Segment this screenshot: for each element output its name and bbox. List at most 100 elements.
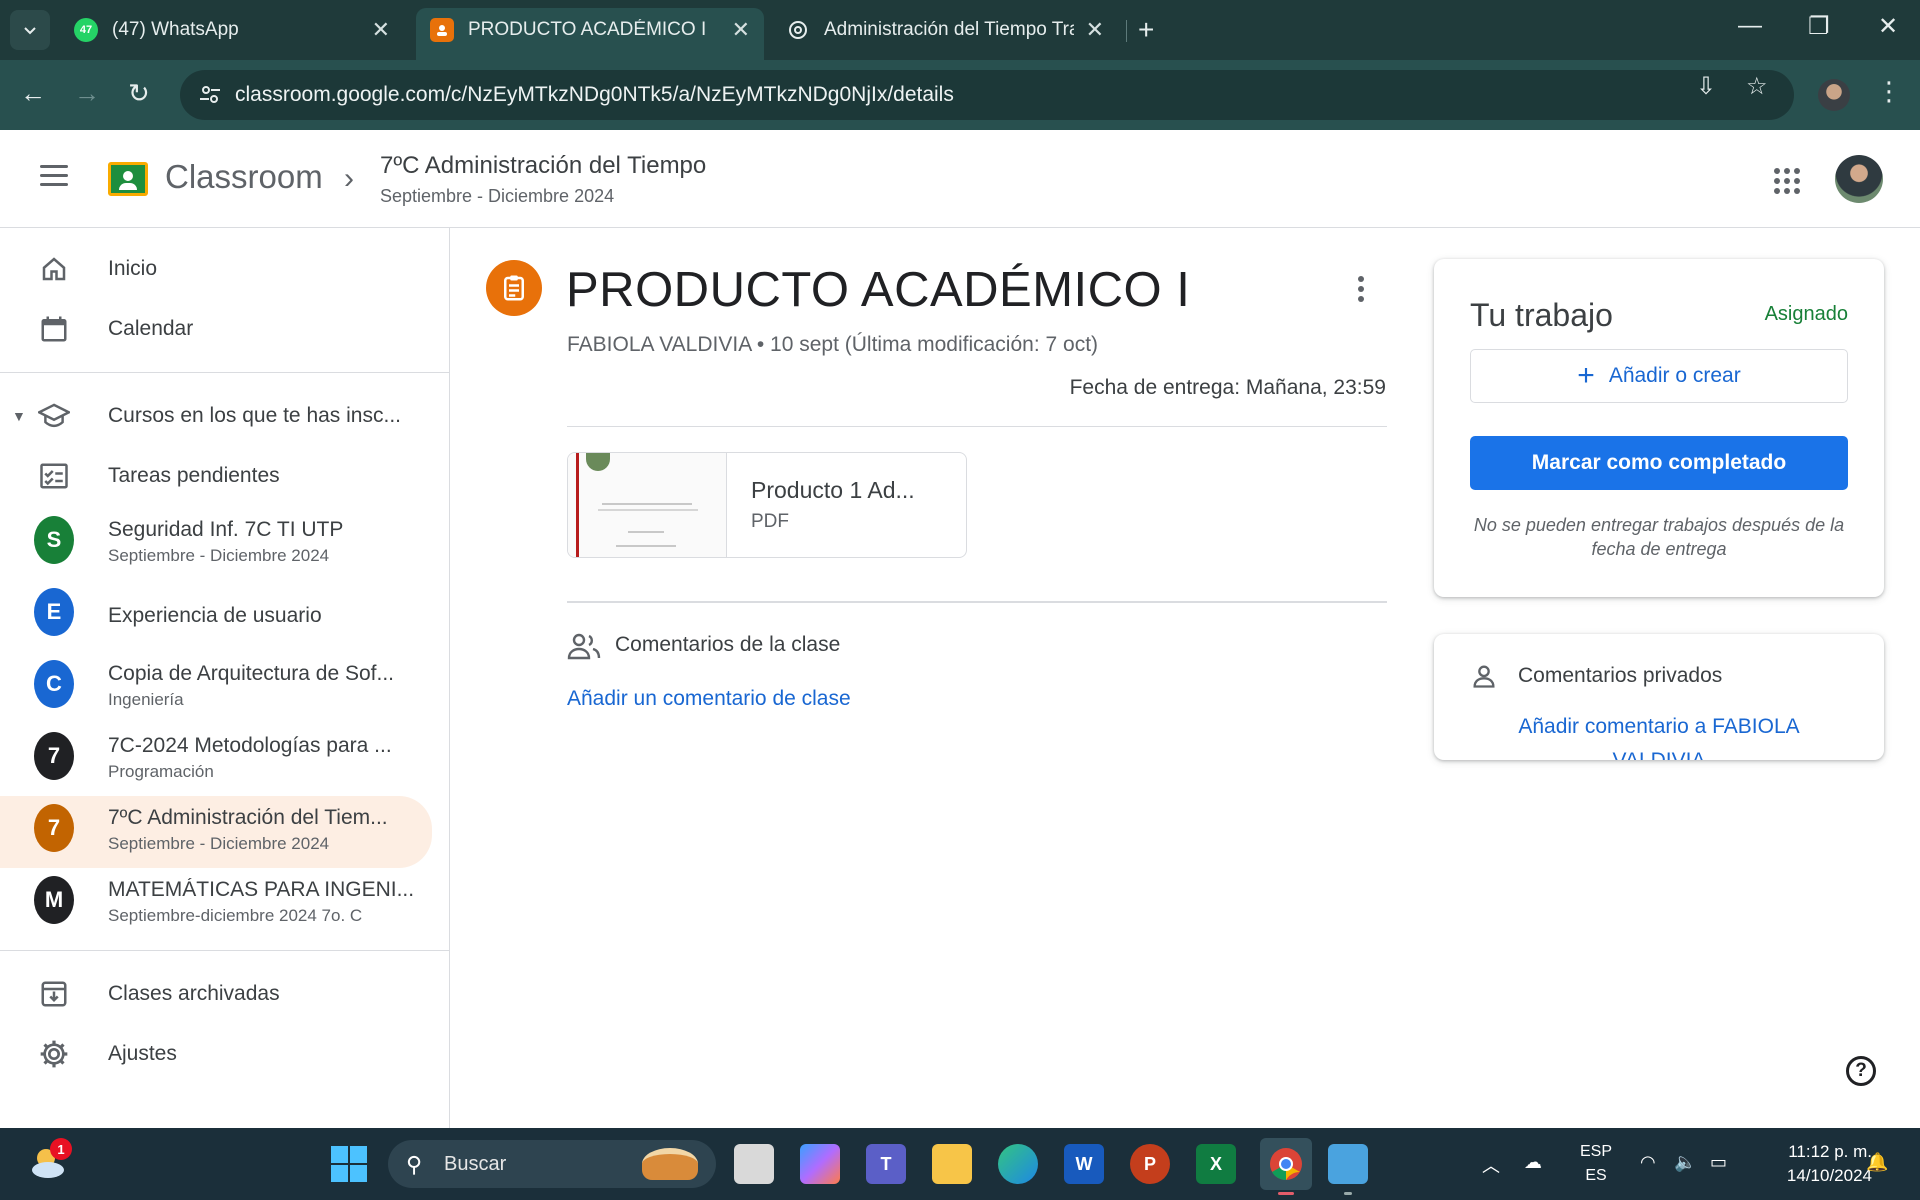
reload-icon[interactable]: ↻ bbox=[128, 78, 150, 109]
sidebar-item-archived[interactable]: Clases archivadas bbox=[0, 961, 432, 1027]
assignment-meta: FABIOLA VALDIVIA • 10 sept (Última modif… bbox=[567, 333, 1099, 356]
caret-down-icon[interactable]: ▼ bbox=[12, 408, 26, 424]
powerpoint-icon[interactable]: P bbox=[1130, 1144, 1170, 1184]
sidebar-item-todo[interactable]: Tareas pendientes bbox=[0, 443, 432, 509]
battery-icon[interactable]: ▭ bbox=[1710, 1152, 1727, 1173]
sidebar-divider bbox=[0, 950, 450, 951]
chevron-down-icon bbox=[24, 27, 36, 35]
wifi-icon[interactable]: ◠ bbox=[1640, 1152, 1656, 1173]
copilot-icon[interactable] bbox=[800, 1144, 840, 1184]
onedrive-icon[interactable]: ☁ bbox=[1524, 1152, 1542, 1173]
browser-menu-icon[interactable]: ⋮ bbox=[1876, 76, 1902, 107]
sidebar: Inicio Calendar ▼ Cursos en los que te h… bbox=[0, 228, 450, 1128]
restore-icon[interactable]: ❐ bbox=[1808, 12, 1830, 41]
forward-icon[interactable]: → bbox=[74, 78, 100, 109]
hamburger-menu-icon[interactable] bbox=[40, 165, 68, 192]
mark-as-done-button[interactable]: Marcar como completado bbox=[1470, 436, 1848, 490]
sidebar-item-label: Tareas pendientes bbox=[108, 464, 280, 487]
system-clock[interactable]: 11:12 p. m. 14/10/2024 bbox=[1762, 1140, 1872, 1188]
course-name: MATEMÁTICAS PARA INGENI... bbox=[108, 878, 415, 901]
back-icon[interactable]: ← bbox=[20, 78, 46, 109]
sidebar-item-label: Calendar bbox=[108, 317, 194, 340]
classroom-assignment-icon bbox=[430, 18, 454, 42]
divider bbox=[567, 601, 1387, 603]
bookmark-star-icon[interactable]: ☆ bbox=[1746, 72, 1768, 101]
your-work-card: Tu trabajo Asignado + Añadir o crear Mar… bbox=[1434, 259, 1884, 597]
sidebar-course-item-selected[interactable]: 7 7ºC Administración del Tiem... Septiem… bbox=[0, 796, 432, 868]
taskbar-search-placeholder: Buscar bbox=[444, 1153, 507, 1175]
volume-icon[interactable]: 🔈 bbox=[1674, 1152, 1696, 1173]
sidebar-course-item[interactable]: S Seguridad Inf. 7C TI UTP Septiembre - … bbox=[0, 508, 432, 580]
class-comments-label: Comentarios de la clase bbox=[615, 633, 841, 656]
add-or-create-button[interactable]: + Añadir o crear bbox=[1470, 349, 1848, 403]
browser-toolbar: ← → ↻ classroom.google.com/c/NzEyMTkzNDg… bbox=[0, 60, 1920, 130]
word-icon[interactable]: W bbox=[1064, 1144, 1104, 1184]
sidebar-item-calendar[interactable]: Calendar bbox=[0, 296, 432, 362]
sidebar-course-item[interactable]: E Experiencia de usuario bbox=[0, 580, 432, 652]
classroom-header: Classroom › 7ºC Administración del Tiemp… bbox=[0, 130, 1920, 228]
tab-administracion[interactable]: Administración del Tiempo Trab ✕ bbox=[772, 8, 1118, 52]
window-close-icon[interactable]: ✕ bbox=[1878, 12, 1898, 41]
add-or-create-label: Añadir o crear bbox=[1608, 364, 1741, 387]
windows-start-icon[interactable] bbox=[331, 1146, 367, 1182]
classroom-logo[interactable] bbox=[108, 162, 148, 196]
show-hidden-icons-icon[interactable]: ︿ bbox=[1482, 1152, 1500, 1178]
course-name: 7C-2024 Metodologías para ... bbox=[108, 734, 392, 757]
mark-as-done-label: Marcar como completado bbox=[1531, 451, 1787, 474]
breadcrumb-course-title[interactable]: 7ºC Administración del Tiempo bbox=[380, 152, 706, 180]
weather-widget-icon[interactable]: 1 bbox=[28, 1138, 72, 1182]
whatsapp-icon: 47 bbox=[74, 18, 98, 42]
task-view-icon[interactable] bbox=[734, 1144, 774, 1184]
close-icon[interactable]: ✕ bbox=[1086, 17, 1104, 43]
running-indicator bbox=[1344, 1192, 1352, 1195]
add-class-comment-link[interactable]: Añadir un comentario de clase bbox=[567, 687, 851, 711]
tab-search-button[interactable] bbox=[10, 10, 50, 50]
calendar-icon bbox=[34, 309, 74, 349]
tab-whatsapp[interactable]: 47 (47) WhatsApp ✕ bbox=[60, 8, 404, 52]
address-bar[interactable]: classroom.google.com/c/NzEyMTkzNDg0NTk5/… bbox=[180, 70, 1794, 120]
brand-name[interactable]: Classroom bbox=[165, 158, 323, 196]
sidebar-course-item[interactable]: 7 7C-2024 Metodologías para ... Programa… bbox=[0, 724, 432, 796]
attachment-card[interactable]: Producto 1 Ad... PDF bbox=[567, 452, 967, 558]
sidebar-course-item[interactable]: C Copia de Arquitectura de Sof... Ingeni… bbox=[0, 652, 432, 724]
teams-icon[interactable]: T bbox=[866, 1144, 906, 1184]
course-name: Copia de Arquitectura de Sof... bbox=[108, 662, 395, 685]
help-icon[interactable]: ? bbox=[1846, 1056, 1876, 1086]
file-explorer-icon[interactable] bbox=[932, 1144, 972, 1184]
close-icon[interactable]: ✕ bbox=[372, 17, 390, 43]
divider bbox=[567, 426, 1387, 427]
course-sub: Septiembre - Diciembre 2024 bbox=[108, 834, 330, 853]
sidebar-item-home[interactable]: Inicio bbox=[0, 236, 432, 302]
site-settings-icon[interactable] bbox=[198, 82, 222, 106]
sidebar-item-enrolled[interactable]: ▼ Cursos en los que te has insc... bbox=[0, 383, 432, 449]
browser-profile-avatar[interactable] bbox=[1818, 79, 1850, 111]
install-app-icon[interactable]: ⇩ bbox=[1696, 72, 1716, 101]
private-comments-label: Comentarios privados bbox=[1518, 664, 1723, 687]
seal-logo bbox=[586, 453, 610, 471]
more-options-icon[interactable] bbox=[1358, 276, 1366, 306]
late-submission-note: No se pueden entregar trabajos después d… bbox=[1473, 515, 1845, 559]
edge-icon[interactable] bbox=[998, 1144, 1038, 1184]
sidebar-course-item[interactable]: M MATEMÁTICAS PARA INGENI... Septiembre-… bbox=[0, 868, 432, 940]
notification-bell-icon[interactable]: 🔔 bbox=[1866, 1152, 1888, 1173]
minimize-icon[interactable]: — bbox=[1738, 12, 1762, 40]
sidebar-item-settings[interactable]: Ajustes bbox=[0, 1021, 432, 1087]
tab-producto-academico[interactable]: PRODUCTO ACADÉMICO I ✕ bbox=[416, 8, 764, 60]
your-work-title: Tu trabajo bbox=[1470, 297, 1613, 333]
language-code: ESP bbox=[1580, 1143, 1613, 1160]
archive-icon bbox=[34, 974, 74, 1014]
google-apps-icon[interactable] bbox=[1774, 168, 1800, 194]
add-private-comment-link[interactable]: Añadir comentario a FABIOLA VALDIVIA bbox=[1470, 710, 1848, 760]
close-icon[interactable]: ✕ bbox=[732, 17, 750, 43]
new-tab-icon[interactable]: + bbox=[1138, 14, 1154, 46]
excel-icon[interactable]: X bbox=[1196, 1144, 1236, 1184]
taskbar-search[interactable]: ⚲ Buscar bbox=[388, 1140, 716, 1188]
user-avatar[interactable] bbox=[1835, 155, 1883, 203]
plus-icon: + bbox=[1577, 359, 1595, 392]
search-highlight-pie-icon bbox=[642, 1148, 698, 1180]
language-indicator[interactable]: ESP ES bbox=[1580, 1140, 1612, 1188]
notepad-icon[interactable] bbox=[1328, 1144, 1368, 1184]
home-icon bbox=[34, 249, 74, 289]
chrome-taskbar-button[interactable] bbox=[1260, 1138, 1312, 1190]
attachment-name: Producto 1 Ad... bbox=[751, 477, 915, 503]
